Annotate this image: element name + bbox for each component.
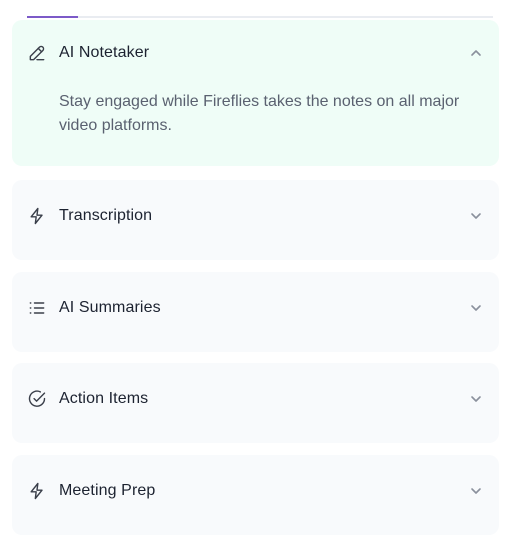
- accordion-item-title: Transcription: [59, 207, 153, 224]
- chevron-down-icon[interactable]: [469, 392, 483, 406]
- accordion-item-action-items[interactable]: Action Items: [12, 363, 499, 443]
- accordion-item-transcription[interactable]: Transcription: [12, 180, 499, 260]
- accordion-item-ai-summaries[interactable]: AI Summaries: [12, 272, 499, 352]
- accordion-item-meeting-prep[interactable]: Meeting Prep: [12, 455, 499, 535]
- pencil-icon: [26, 42, 48, 64]
- accordion-item-ai-notetaker[interactable]: AI Notetaker Stay engaged while Fireflie…: [12, 20, 499, 166]
- progress-track: [27, 16, 493, 18]
- accordion-item-title: Meeting Prep: [59, 482, 156, 499]
- chevron-down-icon[interactable]: [469, 484, 483, 498]
- feature-accordion: AI Notetaker Stay engaged while Fireflie…: [0, 0, 513, 552]
- accordion-item-description: Stay engaged while Fireflies takes the n…: [59, 93, 460, 134]
- progress-indicator: [27, 16, 79, 18]
- chevron-down-icon[interactable]: [469, 301, 483, 315]
- accordion-item-title: Action Items: [59, 390, 149, 407]
- lightning-bolt-icon: [26, 205, 48, 227]
- list-icon: [26, 297, 48, 319]
- lightning-bolt-icon: [26, 480, 48, 502]
- check-circle-icon: [26, 388, 48, 410]
- accordion-item-title: AI Summaries: [59, 299, 161, 316]
- chevron-down-icon[interactable]: [469, 209, 483, 223]
- accordion-item-title: AI Notetaker: [59, 44, 150, 61]
- chevron-up-icon[interactable]: [469, 46, 483, 60]
